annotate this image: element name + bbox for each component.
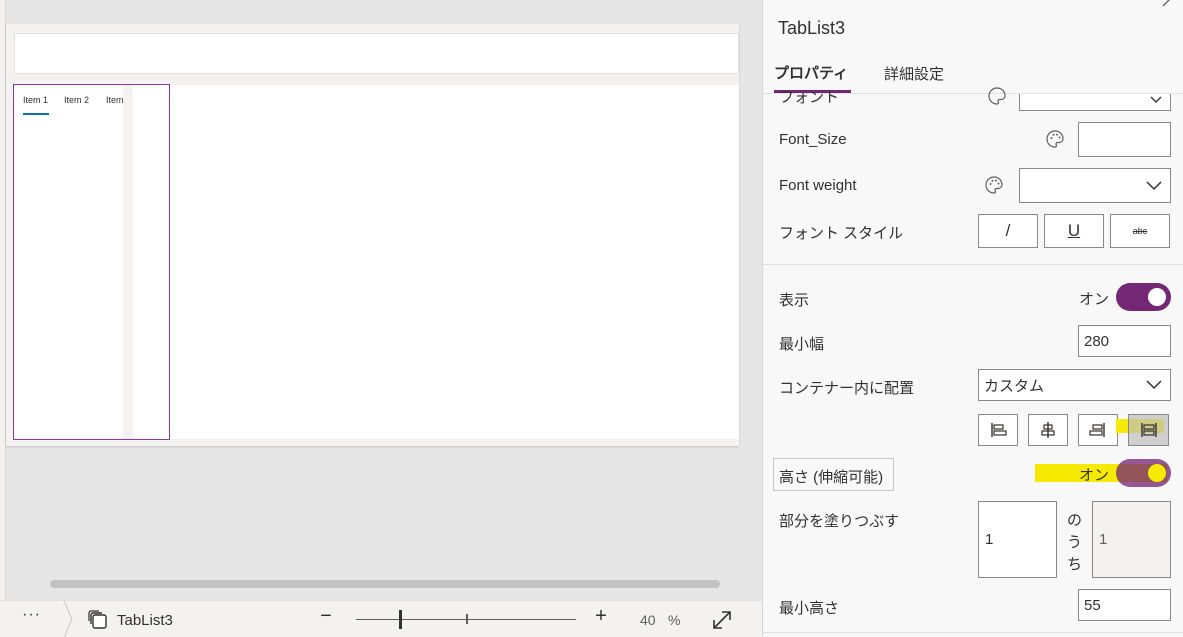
canvas-horizontal-scrollbar[interactable]: [50, 580, 720, 588]
zoom-slider-tick: [466, 614, 468, 624]
align-start-icon: [991, 423, 1007, 437]
align-end-button[interactable]: [1078, 414, 1118, 446]
align-stretch-button[interactable]: [1128, 414, 1169, 446]
min-width-input[interactable]: 280: [1078, 325, 1171, 357]
palette-icon[interactable]: [1045, 129, 1065, 149]
underline-button[interactable]: U: [1044, 214, 1104, 248]
tablist-scrollbar[interactable]: [123, 85, 133, 439]
chevron-down-icon: [1146, 180, 1162, 190]
toggle-knob: [1148, 464, 1166, 482]
fill-portions-of-text: のうち: [1067, 512, 1083, 573]
fill-portions-total: 1: [1092, 501, 1171, 578]
align-start-button[interactable]: [978, 414, 1018, 446]
visible-state-text: オン: [1079, 291, 1110, 308]
font-weight-dropdown[interactable]: [1019, 168, 1171, 203]
tab-item-1[interactable]: Item 1: [23, 95, 48, 105]
min-height-label: 最小高さ: [779, 600, 840, 617]
breadcrumb-component-name[interactable]: TabList3: [117, 612, 173, 629]
tab-advanced[interactable]: 詳細設定: [884, 63, 944, 84]
align-stretch-icon: [1140, 423, 1157, 437]
content-container[interactable]: Item 1 Item 2 Item: [13, 84, 739, 440]
canvas-area: Item 1 Item 2 Item: [0, 0, 762, 600]
flexible-height-label: 高さ (伸縮可能): [779, 469, 884, 486]
visible-label: 表示: [779, 292, 810, 309]
tab-item-3[interactable]: Item: [106, 95, 123, 105]
underline-icon: U: [1067, 221, 1081, 240]
align-center-icon: [1041, 422, 1055, 438]
min-height-input[interactable]: 55: [1078, 589, 1171, 621]
align-end-icon: [1089, 423, 1105, 437]
zoom-value: 40: [640, 612, 656, 628]
font-size-input[interactable]: [1078, 122, 1171, 157]
align-in-container-label: コンテナー内に配置: [779, 380, 915, 397]
bottom-status-bar: ··· TabList3 − + 40 %: [0, 600, 762, 637]
fill-portions-label: 部分を塗りつぶす: [779, 513, 900, 530]
panel-title: TabList3: [778, 18, 846, 38]
fit-to-window-icon[interactable]: [711, 609, 733, 631]
zoom-in-button[interactable]: +: [591, 605, 611, 628]
toggle-knob: [1148, 288, 1166, 306]
font-size-label: Font_Size: [779, 131, 847, 148]
properties-panel: TabList3 プロパティ 詳細設定 フォント Font_Size Font …: [762, 0, 1183, 637]
flexible-height-state-text: オン: [1079, 467, 1110, 484]
zoom-slider-thumb[interactable]: [399, 610, 402, 629]
chevron-down-icon: [1150, 96, 1162, 103]
flexible-height-toggle[interactable]: [1116, 459, 1171, 487]
chevron-down-icon: [1146, 380, 1162, 390]
align-in-container-value: カスタム: [984, 377, 1045, 395]
zoom-unit: %: [668, 612, 681, 628]
strikethrough-button[interactable]: abc: [1110, 214, 1170, 248]
palette-icon[interactable]: [987, 86, 1007, 106]
italic-icon: /: [1005, 221, 1011, 240]
font-style-label: フォント スタイル: [779, 225, 904, 242]
breadcrumb-separator-icon: [63, 601, 73, 637]
more-button[interactable]: ···: [22, 606, 41, 624]
tab-properties[interactable]: プロパティ: [774, 62, 848, 83]
zoom-out-button[interactable]: −: [316, 605, 336, 628]
font-label: フォント: [779, 89, 840, 106]
fill-portions-input[interactable]: 1: [978, 501, 1057, 578]
tablist-component[interactable]: Item 1 Item 2 Item: [13, 84, 170, 440]
visible-toggle[interactable]: [1116, 283, 1171, 311]
collapse-icon[interactable]: [1161, 0, 1175, 8]
align-center-button[interactable]: [1028, 414, 1068, 446]
font-weight-label: Font weight: [779, 177, 857, 194]
section-divider: [763, 632, 1183, 633]
min-width-label: 最小幅: [779, 336, 825, 353]
strikethrough-icon: abc: [1132, 226, 1148, 236]
header-container[interactable]: [14, 33, 739, 74]
tab-item-1-underline: [23, 113, 49, 115]
component-icon: [88, 610, 107, 629]
app-screen[interactable]: Item 1 Item 2 Item: [6, 24, 739, 446]
italic-button[interactable]: /: [978, 214, 1038, 248]
palette-icon[interactable]: [984, 175, 1004, 195]
tablist-gallery[interactable]: Item 1 Item 2 Item: [14, 85, 123, 439]
tab-item-2[interactable]: Item 2: [64, 95, 89, 105]
section-divider: [763, 264, 1183, 265]
font-dropdown[interactable]: [1019, 94, 1171, 111]
align-in-container-dropdown[interactable]: カスタム: [978, 369, 1171, 401]
